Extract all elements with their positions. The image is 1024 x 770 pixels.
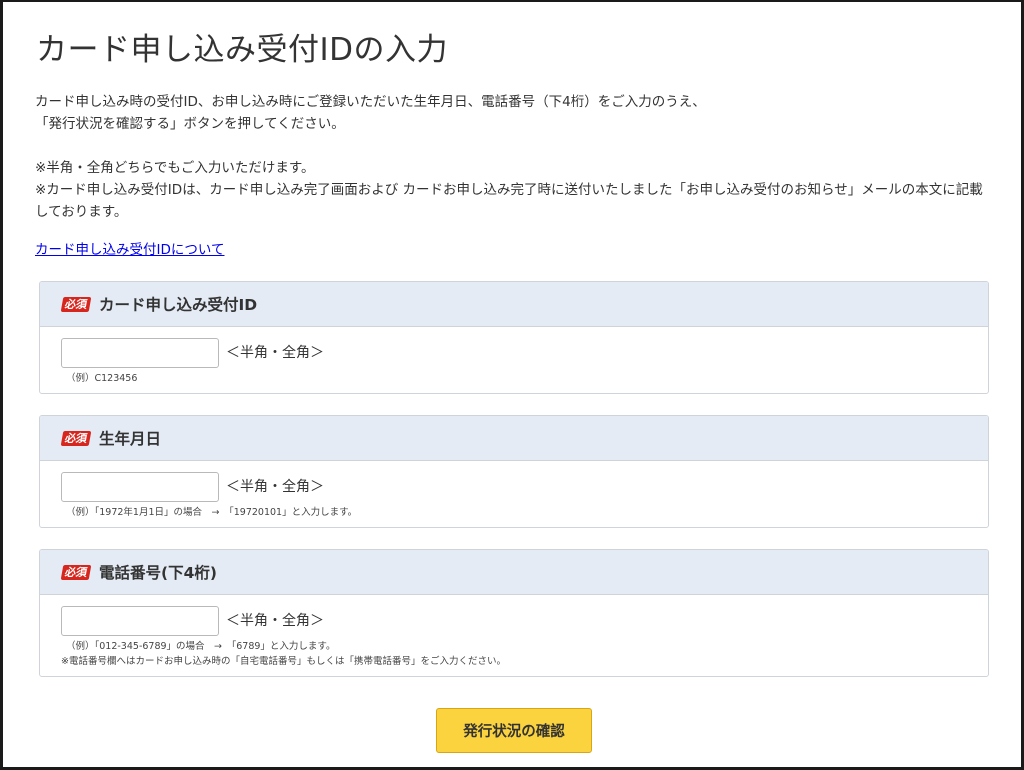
phone-number-panel: 必須 電話番号(下4桁) ＜半角・全角＞ （例）「012-345-6789」の場… [39, 549, 989, 677]
birth-date-input[interactable] [61, 472, 219, 502]
example-text: （例）「1972年1月1日」の場合 → 「19720101」と入力します。 [66, 507, 358, 518]
page-title: カード申し込み受付IDの入力 [36, 32, 449, 68]
page-frame: カード申し込み受付IDの入力 カード申し込み時の受付ID、お申し込み時にご登録い… [0, 0, 1024, 770]
application-id-panel: 必須 カード申し込み受付ID ＜半角・全角＞ （例）C123456 [39, 281, 989, 394]
intro-spacer [35, 135, 995, 157]
panel-body: ＜半角・全角＞ （例）「1972年1月1日」の場合 → 「19720101」と入… [40, 461, 988, 527]
phone-note-text: ※電話番号欄へはカードお申し込み時の「自宅電話番号」もしくは「携帯電話番号」をご… [61, 656, 506, 667]
required-badge: 必須 [60, 564, 92, 580]
intro-note-1: ※半角・全角どちらでもご入力いただけます。 [35, 160, 315, 176]
intro-note-2: ※カード申し込み受付IDは、カード申し込み完了画面および カードお申し込み完了時… [35, 182, 983, 220]
panel-header: 必須 電話番号(下4桁) [40, 550, 988, 595]
check-status-button[interactable]: 発行状況の確認 [436, 708, 592, 753]
panel-label: 電話番号(下4桁) [99, 564, 217, 582]
input-hint: ＜半角・全角＞ [226, 613, 324, 629]
intro-line-1: カード申し込み時の受付ID、お申し込み時にご登録いただいた生年月日、電話番号（下… [35, 94, 706, 110]
panel-header: 必須 カード申し込み受付ID [40, 282, 988, 327]
example-text: （例）「012-345-6789」の場合 → 「6789」と入力します。 [66, 641, 336, 652]
intro-text: カード申し込み時の受付ID、お申し込み時にご登録いただいた生年月日、電話番号（下… [35, 91, 995, 223]
required-badge: 必須 [60, 430, 92, 446]
input-hint: ＜半角・全角＞ [226, 479, 324, 495]
about-application-id-link[interactable]: カード申し込み受付IDについて [35, 239, 224, 261]
application-id-input[interactable] [61, 338, 219, 368]
panel-body: ＜半角・全角＞ （例）C123456 [40, 327, 988, 393]
example-text: （例）C123456 [66, 373, 138, 384]
birth-date-panel: 必須 生年月日 ＜半角・全角＞ （例）「1972年1月1日」の場合 → 「197… [39, 415, 989, 528]
input-hint: ＜半角・全角＞ [226, 345, 324, 361]
panel-label: 生年月日 [99, 430, 162, 448]
panel-header: 必須 生年月日 [40, 416, 988, 461]
phone-last4-input[interactable] [61, 606, 219, 636]
required-badge: 必須 [60, 296, 92, 312]
panel-body: ＜半角・全角＞ （例）「012-345-6789」の場合 → 「6789」と入力… [40, 595, 988, 676]
panel-label: カード申し込み受付ID [99, 296, 258, 314]
intro-line-2: 「発行状況を確認する」ボタンを押してください。 [35, 116, 345, 132]
